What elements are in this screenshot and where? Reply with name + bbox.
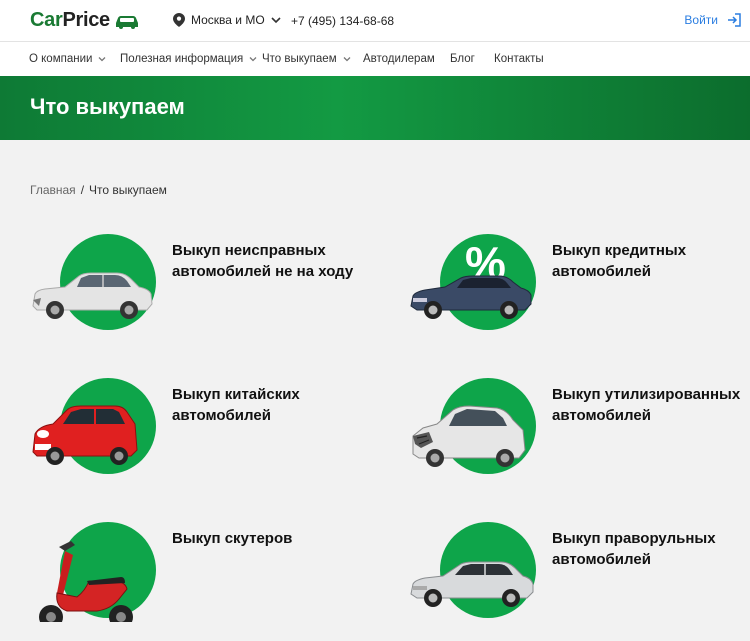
category-card-chinese[interactable]: Выкуп китайских автомобилей <box>27 378 372 488</box>
category-title: Выкуп кредитных автомобилей <box>552 242 687 280</box>
category-card-right-hand-drive[interactable]: Выкуп праворульных автомобилей <box>407 522 750 632</box>
category-title: Выкуп утилизированных автомобилей <box>552 386 741 424</box>
nav-item-blog[interactable]: Блог <box>450 53 475 65</box>
page-title: Что выкупаем <box>30 94 185 119</box>
nav-item-label: Блог <box>450 53 475 65</box>
red-hatchback-image <box>32 405 138 465</box>
logo-text-price: Price <box>62 9 110 31</box>
chevron-down-icon <box>271 17 281 24</box>
location-pin-icon <box>173 13 185 27</box>
wrecked-car-image <box>412 405 526 467</box>
nav-item-label: Что выкупаем <box>262 53 337 65</box>
nav-item-contacts[interactable]: Контакты <box>494 53 544 65</box>
breadcrumb-home-link[interactable]: Главная <box>30 183 76 197</box>
nav-item-about[interactable]: О компании <box>29 53 106 65</box>
page-banner: Что выкупаем <box>0 76 750 140</box>
nav-item-label: О компании <box>29 53 93 65</box>
nav-item-what-we-buy[interactable]: Что выкупаем <box>262 53 351 65</box>
chevron-down-icon <box>343 57 351 62</box>
category-title: Выкуп скутеров <box>172 530 293 547</box>
login-label: Войти <box>684 13 718 27</box>
silver-sedan-image <box>410 561 534 607</box>
city-selector[interactable]: Москва и МО <box>173 13 281 27</box>
breadcrumb-current: Что выкупаем <box>89 183 167 197</box>
breadcrumb: Главная / Что выкупаем <box>30 183 167 197</box>
category-card-recycled[interactable]: Выкуп утилизированных автомобилей <box>407 378 750 488</box>
category-card-damaged[interactable]: Выкуп неисправных автомобилей не на ходу <box>27 234 372 344</box>
damaged-sedan-image <box>32 272 153 319</box>
city-label: Москва и МО <box>191 13 265 27</box>
logo-text-car: Car <box>30 9 63 31</box>
car-icon <box>115 15 138 29</box>
nav-item-label: Полезная информация <box>120 53 244 65</box>
category-title: Выкуп праворульных автомобилей <box>552 530 716 568</box>
login-icon <box>728 13 741 27</box>
category-title: Выкуп китайских автомобилей <box>172 386 300 424</box>
logo[interactable]: Car Price <box>30 9 140 32</box>
breadcrumb-separator: / <box>80 183 85 197</box>
phone-number[interactable]: +7 (495) 134-68-68 <box>291 14 394 28</box>
top-header: Car Price Москва и МО +7 (495) 134-68-68 … <box>0 0 750 42</box>
category-title: Выкуп неисправных автомобилей не на ходу <box>172 242 354 280</box>
main-nav: О компании Полезная информация Что выкуп… <box>0 42 750 76</box>
chevron-down-icon <box>98 57 106 62</box>
nav-item-dealers[interactable]: Автодилерам <box>363 53 435 65</box>
chevron-down-icon <box>249 57 257 62</box>
login-button[interactable]: Войти <box>684 12 742 28</box>
category-card-credit[interactable]: % Выкуп кредитных автомобилей <box>407 234 750 344</box>
scooter-image <box>39 541 133 622</box>
nav-item-useful-info[interactable]: Полезная информация <box>120 53 257 65</box>
category-card-scooters[interactable]: Выкуп скутеров <box>27 522 372 632</box>
nav-item-label: Автодилерам <box>363 53 435 65</box>
credit-sedan-image <box>410 275 532 319</box>
nav-item-label: Контакты <box>494 53 544 65</box>
